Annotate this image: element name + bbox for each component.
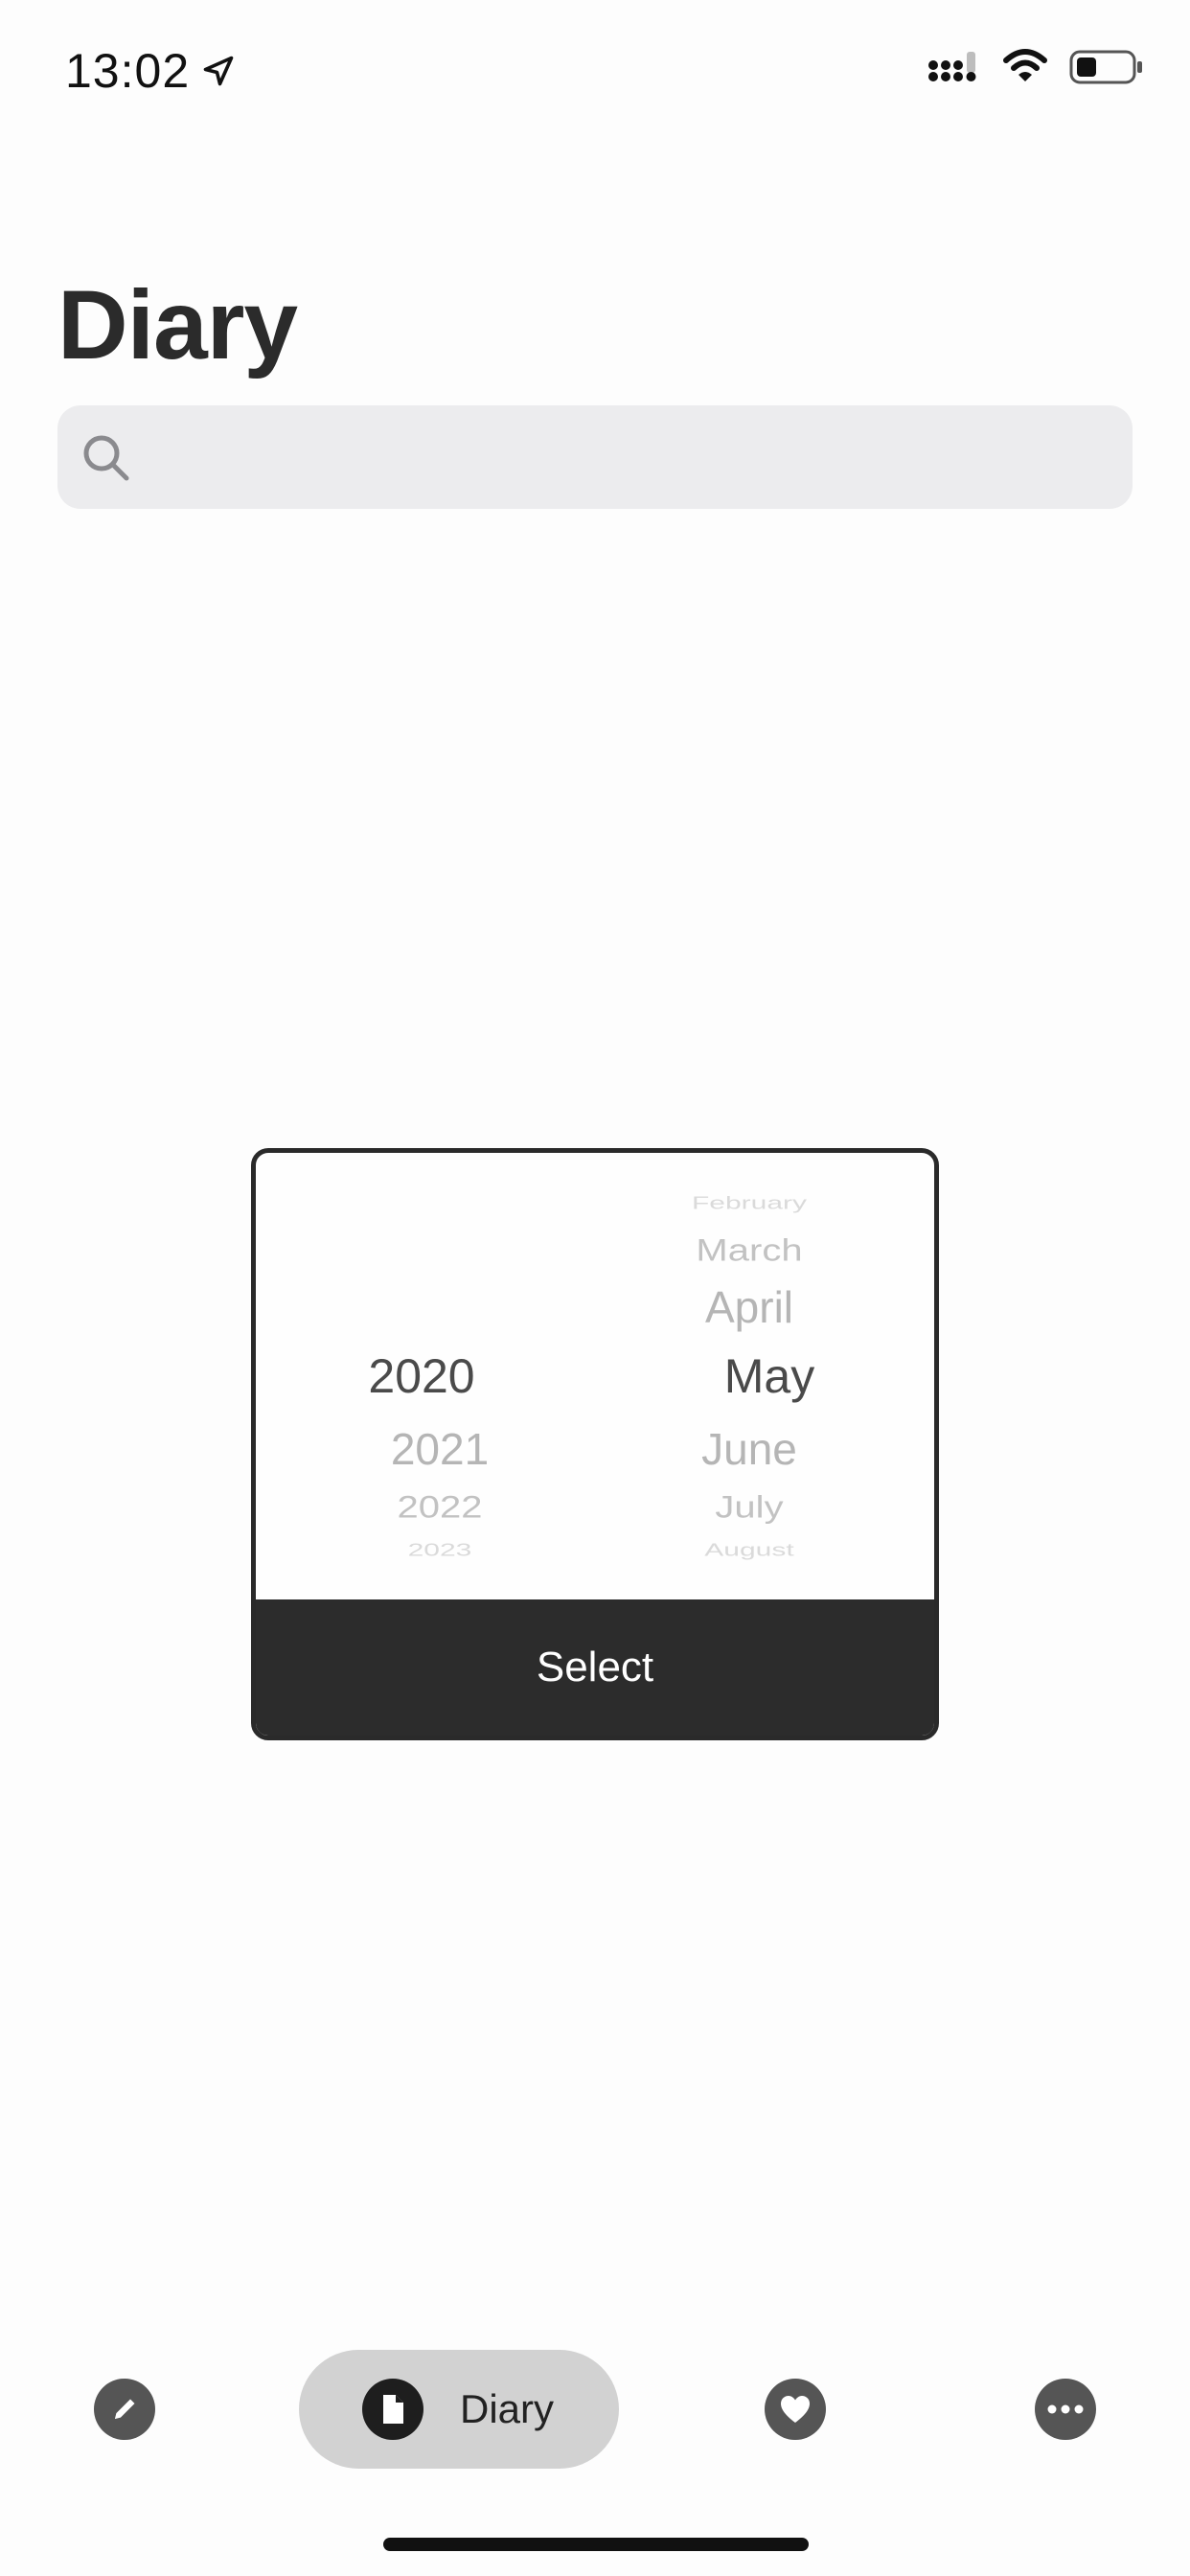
status-time-text: 13:02 [65, 44, 191, 98]
month-option-february[interactable]: February [692, 1195, 807, 1212]
select-button[interactable]: Select [256, 1599, 934, 1736]
month-option-april[interactable]: April [705, 1285, 793, 1329]
page-title: Diary [57, 270, 298, 380]
wifi-icon [1003, 49, 1047, 81]
cellular-signal-icon [928, 52, 976, 81]
month-year-picker-modal: 2020 2021 2022 2023 February March April… [251, 1148, 939, 1740]
location-arrow-icon [203, 56, 234, 86]
document-icon [362, 2379, 423, 2440]
search-bar[interactable] [57, 405, 1133, 511]
tab-diary[interactable]: Diary [299, 2350, 619, 2469]
heart-icon [781, 2396, 810, 2423]
year-option-2023[interactable]: 2023 [408, 1542, 472, 1559]
pencil-icon [115, 2399, 135, 2419]
battery-icon [1069, 50, 1142, 84]
year-option-2020[interactable]: 2020 [368, 1352, 474, 1400]
month-option-july[interactable]: July [715, 1492, 783, 1524]
tab-favorites[interactable] [765, 2379, 826, 2440]
tab-more[interactable] [1035, 2379, 1096, 2440]
search-input[interactable] [153, 405, 1113, 511]
month-option-june[interactable]: June [701, 1427, 797, 1471]
month-option-may[interactable]: May [724, 1352, 814, 1400]
tab-write[interactable] [94, 2379, 155, 2440]
year-option-2021[interactable]: 2021 [391, 1427, 489, 1471]
status-bar-indicators [927, 48, 1144, 86]
month-option-march[interactable]: March [696, 1235, 802, 1267]
more-icon [1047, 2404, 1084, 2414]
month-option-august[interactable]: August [704, 1542, 793, 1559]
picker-wheels[interactable]: 2020 2021 2022 2023 February March April… [256, 1153, 934, 1605]
home-indicator [383, 2538, 809, 2551]
search-icon [83, 435, 129, 481]
year-option-2022[interactable]: 2022 [398, 1492, 483, 1524]
status-bar-time: 13:02 [65, 42, 236, 100]
tab-diary-label: Diary [460, 2386, 555, 2431]
